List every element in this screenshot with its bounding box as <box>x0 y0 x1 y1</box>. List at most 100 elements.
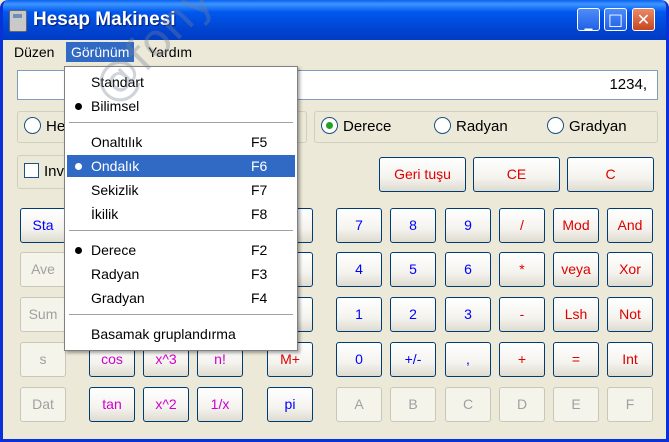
minimize-icon: _ <box>584 11 593 30</box>
menu-item-bilimsel[interactable]: Bilimsel <box>67 95 295 117</box>
menu-item-label: Bilimsel <box>91 98 140 114</box>
divide-button[interactable]: / <box>499 208 545 243</box>
close-button[interactable]: ✕ <box>632 8 655 31</box>
menu-separator <box>69 122 293 123</box>
radio-hex[interactable]: He <box>24 117 65 137</box>
radio-grad[interactable]: Gradyan <box>547 117 627 137</box>
digit-3-button[interactable]: 3 <box>445 297 491 332</box>
not-button[interactable]: Not <box>607 297 653 332</box>
radio-grad-dot <box>547 117 564 134</box>
radio-hex-label: He <box>46 118 66 135</box>
backspace-button[interactable]: Geri tuşu <box>379 157 466 192</box>
digit-2-button[interactable]: 2 <box>390 297 436 332</box>
menu-item-shortcut: F8 <box>251 206 268 222</box>
close-icon: ✕ <box>636 10 651 29</box>
inv-label: Inv <box>44 163 65 180</box>
s-button[interactable]: s <box>20 342 66 377</box>
hex-d-button[interactable]: D <box>499 387 545 422</box>
tan-button[interactable]: tan <box>89 387 135 422</box>
radio-hex-dot <box>24 117 41 134</box>
menu-item-radyan[interactable]: Radyan F3 <box>67 263 295 285</box>
hex-f-button[interactable]: F <box>607 387 653 422</box>
equals-button[interactable]: = <box>553 342 599 377</box>
menu-item-gradyan[interactable]: Gradyan F4 <box>67 287 295 309</box>
menu-separator <box>69 314 293 315</box>
and-button[interactable]: And <box>607 208 653 243</box>
minus-button[interactable]: - <box>499 297 545 332</box>
menu-item-ikilik[interactable]: İkilik F8 <box>67 203 295 225</box>
digit-8-button[interactable]: 8 <box>390 208 436 243</box>
menu-item-label: Basamak gruplandırma <box>91 326 236 342</box>
maximize-icon: □ <box>607 10 624 29</box>
menu-separator <box>69 230 293 231</box>
calculator-icon <box>9 10 27 32</box>
ce-button[interactable]: CE <box>473 157 560 192</box>
menu-gorunum[interactable]: Görünüm <box>66 42 135 62</box>
menu-item-label: Sekizlik <box>91 182 139 198</box>
c-button[interactable]: C <box>567 157 654 192</box>
menu-item-derece[interactable]: Derece F2 <box>67 239 295 261</box>
int-button[interactable]: Int <box>607 342 653 377</box>
menu-item-digit-grouping[interactable]: Basamak gruplandırma <box>67 323 295 345</box>
menu-yardim[interactable]: Yardım <box>143 42 197 62</box>
x2-button[interactable]: x^2 <box>143 387 189 422</box>
menu-item-shortcut: F7 <box>251 182 268 198</box>
minimize-button[interactable]: _ <box>577 8 600 31</box>
menu-item-shortcut: F5 <box>251 134 268 150</box>
menu-bar: Düzen Görünüm Yardım <box>3 40 666 64</box>
digit-9-button[interactable]: 9 <box>445 208 491 243</box>
digit-1-button[interactable]: 1 <box>336 297 382 332</box>
digit-6-button[interactable]: 6 <box>445 252 491 287</box>
digit-4-button[interactable]: 4 <box>336 252 382 287</box>
radio-radian-dot <box>434 117 451 134</box>
inv-checkbox[interactable]: Inv <box>24 163 64 180</box>
hex-a-button[interactable]: A <box>336 387 382 422</box>
inv-box <box>24 163 39 178</box>
bullet-icon <box>75 247 82 254</box>
title-bar[interactable]: Hesap Makinesi _ □ ✕ <box>3 0 666 40</box>
menu-item-label: Standart <box>91 74 144 90</box>
sta-button[interactable]: Sta <box>20 208 66 243</box>
maximize-button[interactable]: □ <box>604 8 627 31</box>
menu-item-sekizlik[interactable]: Sekizlik F7 <box>67 179 295 201</box>
hex-b-button[interactable]: B <box>390 387 436 422</box>
menu-item-standart[interactable]: Standart <box>67 71 295 93</box>
dat-button[interactable]: Dat <box>20 387 66 422</box>
hex-c-button[interactable]: C <box>445 387 491 422</box>
plus-minus-button[interactable]: +/- <box>390 342 436 377</box>
or-button[interactable]: veya <box>553 252 599 287</box>
menu-item-shortcut: F2 <box>251 242 268 258</box>
menu-item-shortcut: F6 <box>251 158 268 174</box>
plus-button[interactable]: + <box>499 342 545 377</box>
digit-5-button[interactable]: 5 <box>390 252 436 287</box>
reciprocal-button[interactable]: 1/x <box>197 387 243 422</box>
view-menu-dropdown: Standart Bilimsel Onaltılık F5 Ondalık F6 … <box>64 66 298 351</box>
hex-e-button[interactable]: E <box>553 387 599 422</box>
menu-item-label: Gradyan <box>91 290 145 306</box>
digit-7-button[interactable]: 7 <box>336 208 382 243</box>
menu-item-label: İkilik <box>91 206 119 222</box>
multiply-button[interactable]: * <box>499 252 545 287</box>
window-title: Hesap Makinesi <box>33 9 176 30</box>
mod-button[interactable]: Mod <box>553 208 599 243</box>
menu-item-ondalik[interactable]: Ondalık F6 <box>67 155 295 177</box>
radio-radian-label: Radyan <box>456 118 508 135</box>
lsh-button[interactable]: Lsh <box>553 297 599 332</box>
pi-button[interactable]: pi <box>267 387 313 422</box>
menu-item-label: Onaltılık <box>91 134 143 150</box>
menu-item-onaltilik[interactable]: Onaltılık F5 <box>67 131 295 153</box>
bullet-icon <box>75 163 82 170</box>
sum-button[interactable]: Sum <box>20 297 66 332</box>
radio-grad-label: Gradyan <box>569 118 627 135</box>
radio-degree[interactable]: Derece <box>321 117 391 137</box>
radio-degree-dot <box>321 117 338 134</box>
ave-button[interactable]: Ave <box>20 252 66 287</box>
menu-item-label: Derece <box>91 242 137 258</box>
radio-radian[interactable]: Radyan <box>434 117 508 137</box>
xor-button[interactable]: Xor <box>607 252 653 287</box>
menu-item-label: Radyan <box>91 266 140 282</box>
menu-duzen[interactable]: Düzen <box>9 42 59 62</box>
decimal-button[interactable]: , <box>445 342 491 377</box>
digit-0-button[interactable]: 0 <box>336 342 382 377</box>
menu-item-shortcut: F3 <box>251 266 268 282</box>
